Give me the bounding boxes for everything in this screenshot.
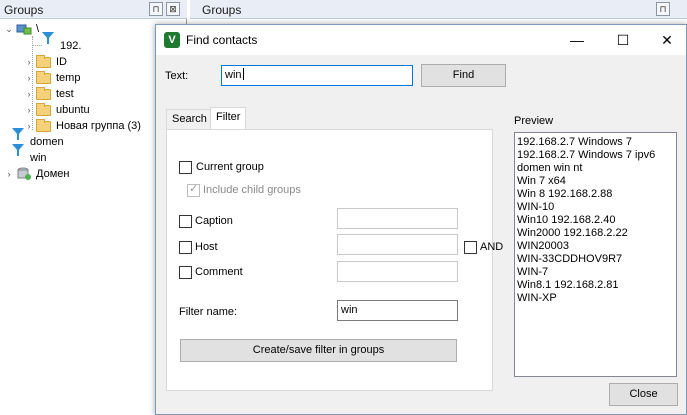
groups-panel-title: Groups: [4, 3, 44, 17]
caption-label: Caption: [195, 215, 233, 227]
preview-label: Preview: [514, 115, 554, 127]
close-panel-icon[interactable]: ⊠: [166, 2, 180, 16]
tree-item-domain[interactable]: › Домен: [4, 166, 69, 182]
preview-item[interactable]: WIN-XP: [517, 292, 674, 305]
filter-name-value: win: [341, 304, 358, 316]
preview-item[interactable]: 192.168.2.7 Windows 7 ipv6: [517, 149, 674, 162]
tree-item-ubuntu[interactable]: › ubuntu: [24, 102, 90, 118]
and-label: AND: [480, 241, 504, 253]
domain-icon: [16, 167, 32, 181]
network-root-icon: [16, 22, 32, 36]
maximize-button[interactable]: ☐: [600, 25, 646, 55]
tree-item-label: domen: [30, 136, 64, 148]
folder-icon: [36, 87, 52, 101]
tree-item-win[interactable]: win: [10, 144, 47, 166]
minimize-button[interactable]: —: [554, 25, 600, 55]
pin-icon[interactable]: ⊓: [149, 2, 163, 16]
collapse-icon[interactable]: ⌄: [4, 24, 14, 35]
tree-item-192[interactable]: 192.: [28, 32, 82, 54]
expand-icon[interactable]: ›: [24, 121, 34, 131]
host-input[interactable]: [337, 234, 458, 255]
and-checkbox[interactable]: [464, 241, 477, 254]
text-caret: [242, 68, 244, 80]
expand-icon[interactable]: ›: [24, 73, 34, 83]
folder-icon: [36, 119, 52, 133]
find-button[interactable]: Find: [421, 64, 506, 87]
tree-item-new-group[interactable]: › Новая группа (3): [24, 118, 141, 134]
tree-item-label: win: [30, 152, 47, 164]
close-dialog-button[interactable]: Close: [609, 383, 678, 406]
find-contacts-dialog: V Find contacts — ☐ ✕ Text: win Find Sea…: [155, 24, 687, 415]
tree-item-label: ID: [56, 56, 67, 68]
search-text-input[interactable]: win: [221, 65, 413, 86]
include-child-groups-label: Include child groups: [203, 184, 301, 196]
host-label: Host: [195, 241, 218, 253]
preview-item[interactable]: Win 8 192.168.2.88: [517, 188, 674, 201]
preview-item[interactable]: 192.168.2.7 Windows 7: [517, 136, 674, 149]
caption-input[interactable]: [337, 208, 458, 229]
comment-label: Comment: [195, 266, 243, 278]
preview-list[interactable]: 192.168.2.7 Windows 7 192.168.2.7 Windows…: [514, 132, 677, 377]
tree-item-test[interactable]: › test: [24, 86, 74, 102]
preview-item[interactable]: Win8.1 192.168.2.81: [517, 279, 674, 292]
tree-item-label: temp: [56, 72, 81, 84]
expand-icon[interactable]: ›: [24, 89, 34, 99]
preview-item[interactable]: WIN20003: [517, 240, 674, 253]
caption-checkbox[interactable]: [179, 215, 192, 228]
groups-panel-header: Groups ⊓ ⊠: [0, 0, 187, 19]
filter-name-input[interactable]: win: [337, 300, 458, 321]
include-child-groups-checkbox[interactable]: [187, 182, 200, 197]
pin-icon[interactable]: ⊓: [656, 2, 670, 16]
close-button[interactable]: ✕: [644, 25, 687, 55]
current-group-checkbox[interactable]: [179, 161, 192, 174]
tab-filter[interactable]: Filter: [210, 107, 247, 130]
tree-item-label: Новая группа (3): [56, 120, 141, 132]
preview-item[interactable]: Win2000 192.168.2.22: [517, 227, 674, 240]
comment-checkbox[interactable]: [179, 266, 192, 279]
folder-icon: [36, 103, 52, 117]
preview-item[interactable]: WIN-7: [517, 266, 674, 279]
expand-icon[interactable]: ›: [24, 105, 34, 115]
folder-icon: [36, 55, 52, 69]
filter-icon: [40, 32, 56, 53]
preview-item[interactable]: Win10 192.168.2.40: [517, 214, 674, 227]
text-label: Text:: [165, 70, 189, 82]
right-panel-header: Groups ⊓: [190, 0, 687, 19]
tree-item-id[interactable]: › ID: [24, 54, 67, 70]
preview-item[interactable]: WIN-10: [517, 201, 674, 214]
tree-item-label: 192.: [60, 40, 82, 52]
search-text-value: win: [225, 69, 242, 81]
tree-item-temp[interactable]: › temp: [24, 70, 80, 86]
right-panel-title: Groups: [202, 3, 242, 17]
folder-icon: [36, 71, 52, 85]
tree-item-label: ubuntu: [56, 104, 90, 116]
preview-item[interactable]: Win 7 x64: [517, 175, 674, 188]
comment-input[interactable]: [337, 261, 458, 282]
current-group-label: Current group: [196, 161, 264, 173]
expand-icon[interactable]: ›: [4, 169, 14, 179]
tree-item-label: test: [56, 88, 74, 100]
expand-icon[interactable]: ›: [24, 57, 34, 67]
tree-item-label: Домен: [36, 168, 70, 180]
preview-item[interactable]: domen win nt: [517, 162, 674, 175]
filter-tab-panel: Current group Include child groups Capti…: [166, 129, 503, 391]
dialog-titlebar[interactable]: V Find contacts — ☐ ✕: [156, 25, 686, 55]
tree-item-label: \: [36, 23, 40, 35]
create-save-filter-button[interactable]: Create/save filter in groups: [180, 339, 457, 362]
filter-name-label: Filter name:: [179, 306, 238, 318]
host-checkbox[interactable]: [179, 241, 192, 254]
preview-item[interactable]: WIN-33CDDHOV9R7: [517, 253, 674, 266]
filter-icon: [10, 144, 26, 165]
dialog-title: Find contacts: [186, 33, 258, 47]
tab-search[interactable]: Search: [166, 109, 213, 130]
app-logo-icon: V: [164, 32, 180, 48]
tree-item-root[interactable]: ⌄ \: [4, 21, 39, 37]
